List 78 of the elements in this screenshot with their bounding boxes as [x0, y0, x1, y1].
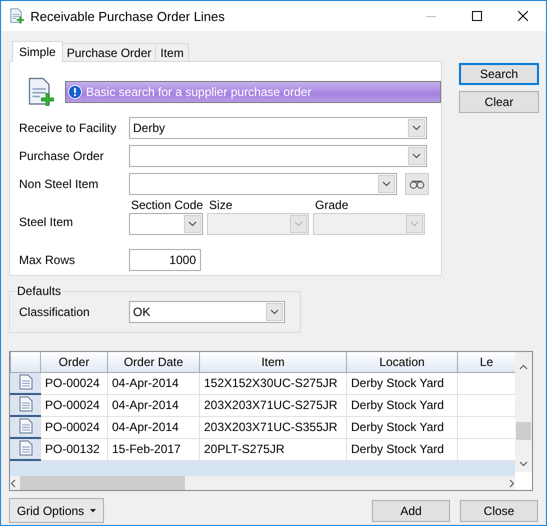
chevron-down-icon	[412, 153, 421, 159]
maximize-icon	[472, 11, 482, 21]
dropdown-field[interactable]	[129, 213, 203, 235]
chevron-down-icon	[410, 221, 420, 227]
table-cell: Derby Stock Yard	[346, 416, 458, 438]
window-title: Receivable Purchase Order Lines	[30, 8, 226, 24]
scrollbar-thumb[interactable]	[516, 422, 531, 440]
tab[interactable]: Simple	[12, 41, 63, 62]
close-icon	[518, 11, 528, 21]
table-cell: Derby Stock Yard	[346, 438, 458, 460]
chevron-down-icon	[382, 181, 391, 187]
table-cell: Derby Stock Yard	[346, 394, 458, 416]
field-label: Max Rows	[19, 253, 76, 267]
column-header[interactable]: Location	[346, 352, 458, 372]
table-cell: 152X152X30UC-S275JR	[200, 372, 346, 394]
field-label: Classification	[19, 305, 91, 319]
chevron-right-icon	[509, 478, 515, 488]
field-label: Receive to Facility	[19, 121, 118, 135]
chevron-down-icon	[412, 125, 421, 131]
action-button[interactable]: Search	[459, 63, 539, 85]
row-header[interactable]	[10, 438, 40, 460]
document-icon	[18, 374, 32, 390]
document-add-icon	[10, 8, 24, 24]
info-icon	[68, 85, 82, 99]
tab[interactable]: Item	[155, 43, 189, 61]
table-cell: 15-Feb-2017	[108, 438, 200, 460]
table-cell: Derby Stock Yard	[346, 372, 458, 394]
row-header[interactable]	[10, 372, 40, 394]
table-cell: 04-Apr-2014	[108, 416, 200, 438]
row-header[interactable]	[10, 416, 40, 438]
column-header	[10, 352, 40, 372]
lookup-button[interactable]	[405, 173, 429, 195]
chevron-down-icon	[294, 221, 304, 227]
document-icon	[18, 418, 32, 434]
table-cell: PO-00024	[40, 394, 108, 416]
document-icon	[18, 440, 32, 456]
field-label: Size	[208, 198, 234, 213]
menu-button[interactable]: Grid Options	[9, 498, 104, 523]
caret-down-icon	[90, 508, 96, 512]
table-cell: 203X203X71UC-S275JR	[200, 394, 346, 416]
row-header[interactable]	[10, 394, 40, 416]
vertical-scrollbar[interactable]	[515, 352, 532, 472]
action-button[interactable]: Close	[460, 500, 538, 522]
chevron-down-icon	[270, 309, 279, 315]
document-icon	[18, 396, 32, 412]
dropdown-field[interactable]: Derby	[129, 117, 427, 139]
action-button[interactable]: Add	[372, 500, 450, 522]
table-cell: PO-00024	[40, 372, 108, 394]
column-header[interactable]: Order Date	[108, 352, 200, 372]
chevron-down-icon	[519, 461, 528, 467]
table-cell: 20PLT-S275JR	[200, 438, 346, 460]
table-cell: 04-Apr-2014	[108, 372, 200, 394]
chevron-up-icon	[519, 364, 528, 370]
document-add-icon	[28, 77, 55, 107]
number-field[interactable]: 1000	[129, 249, 201, 271]
binoculars-icon	[409, 179, 425, 189]
chevron-down-icon	[188, 221, 197, 227]
dropdown-field[interactable]	[129, 145, 427, 167]
table-cell: 203X203X71UC-S355JR	[200, 416, 346, 438]
banner-text: Basic search for a supplier purchase order	[86, 85, 312, 99]
field-label: Purchase Order	[19, 149, 105, 163]
field-label: Section Code	[130, 198, 204, 213]
column-header[interactable]: Item	[200, 352, 346, 372]
group-title: Defaults	[16, 284, 62, 298]
table-cell: 04-Apr-2014	[108, 394, 200, 416]
scrollbar-thumb[interactable]	[20, 476, 185, 490]
action-button[interactable]: Clear	[459, 91, 539, 113]
dropdown-field[interactable]	[129, 173, 397, 195]
dropdown-field[interactable]: OK	[129, 301, 285, 323]
table-cell: PO-00132	[40, 438, 108, 460]
field-label: Steel Item	[19, 215, 74, 229]
chevron-left-icon	[10, 478, 16, 488]
field-label: Grade	[314, 198, 350, 213]
column-header[interactable]: Order	[40, 352, 108, 372]
horizontal-scrollbar[interactable]	[10, 476, 515, 490]
column-header[interactable]: Le	[458, 352, 516, 372]
field-label: Non Steel Item	[19, 177, 100, 191]
table-cell: PO-00024	[40, 416, 108, 438]
